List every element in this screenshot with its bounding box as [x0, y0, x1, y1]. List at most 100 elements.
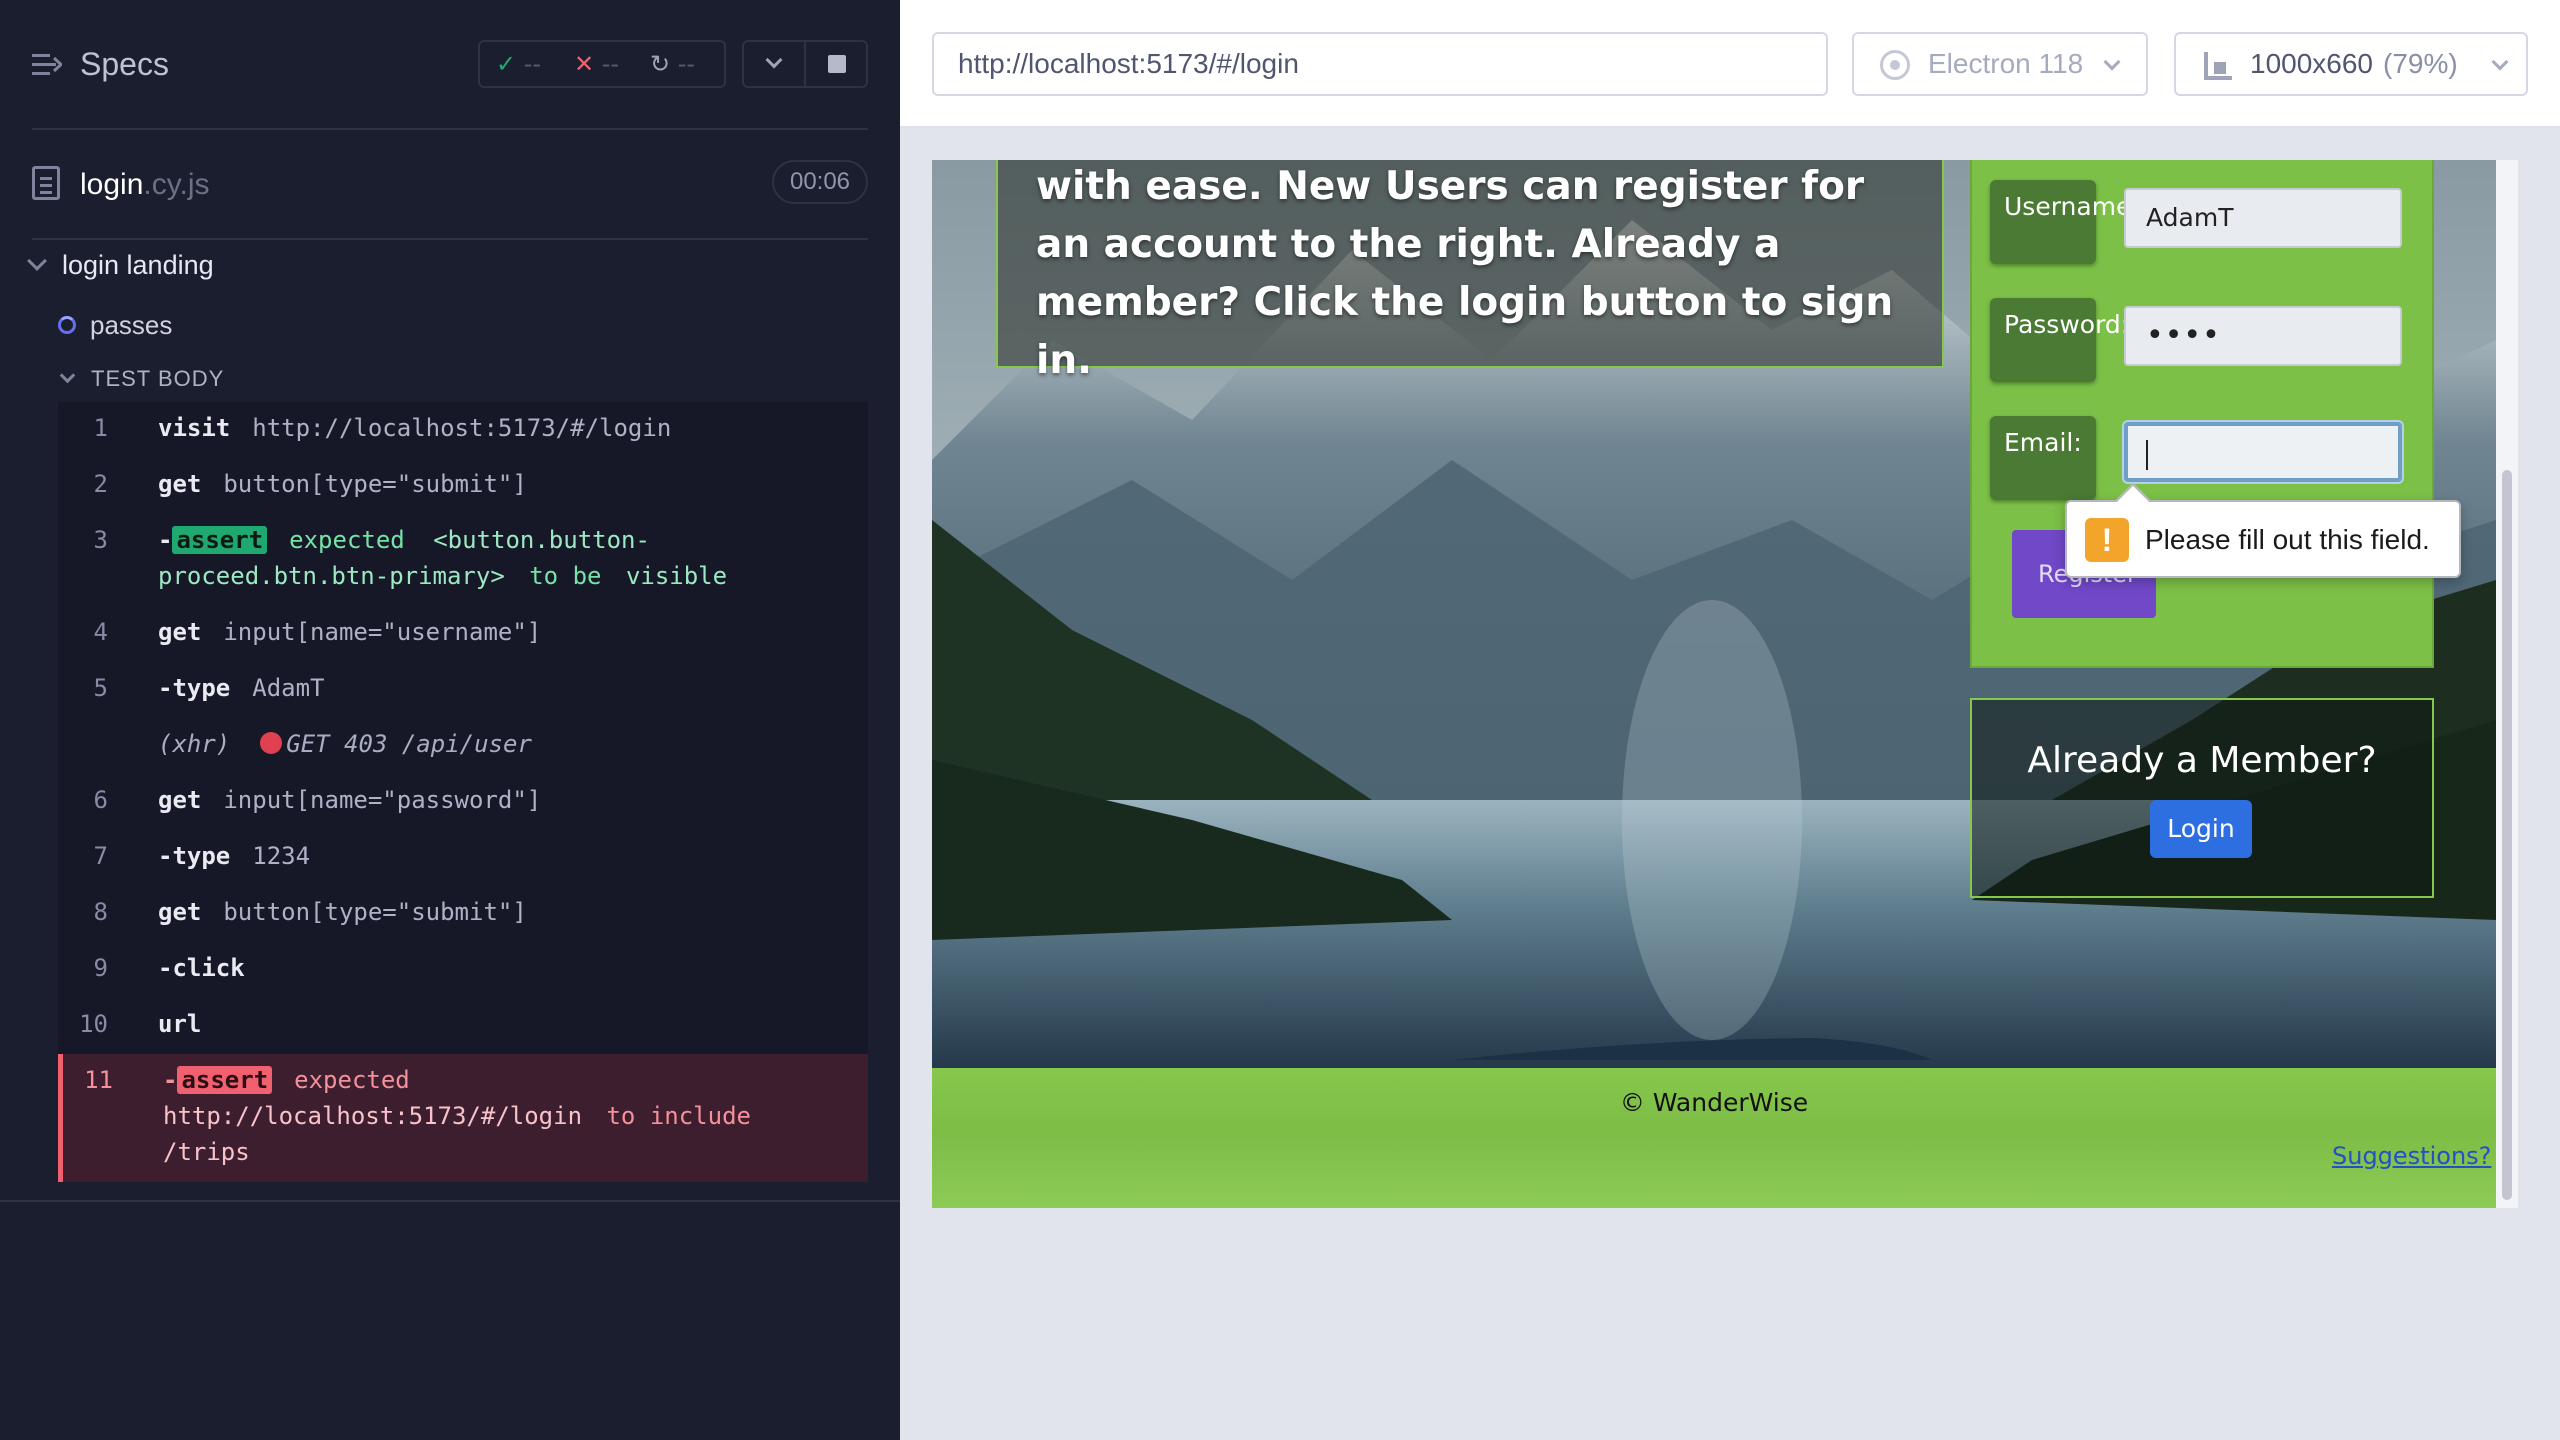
assert-subject: http://localhost:5173/#/login [163, 1102, 583, 1130]
password-label: Password: [1990, 298, 2129, 382]
log-divider [0, 1200, 900, 1202]
duration-badge: 00:06 [772, 160, 868, 204]
command-name: visit [158, 414, 231, 442]
chevron-down-icon [59, 367, 76, 384]
command-arg: http://localhost:5173/#/login [252, 414, 672, 442]
viewport-icon [2204, 52, 2232, 80]
test-body-label: TEST BODY [91, 366, 225, 391]
failed-stat: ✕ -- [574, 50, 619, 78]
reporter-panel: Specs ✓ -- ✕ -- ↻ -- login.cy.js 00:06 l… [0, 0, 900, 1440]
command-row[interactable]: 1 visit http://localhost:5173/#/login [58, 402, 868, 458]
app-viewport: with ease. New Users can register for an… [932, 160, 2496, 1208]
browser-selector[interactable]: Electron 118 [1852, 32, 2148, 96]
assert-word: to include [606, 1102, 751, 1130]
spec-file-name: login.cy.js [80, 168, 210, 202]
assert-word: expected [289, 526, 405, 554]
command-number: 10 [79, 1010, 108, 1038]
xhr-row[interactable]: (xhr) GET 403 /api/user [58, 718, 868, 774]
command-name: -type [158, 674, 231, 702]
command-row[interactable]: 2 get button[type="submit"] [58, 458, 868, 514]
command-row[interactable]: 8 get button[type="submit"] [58, 886, 868, 942]
command-log: 1 visit http://localhost:5173/#/login 2 g… [58, 402, 868, 1182]
command-row-failed[interactable]: 11 - assert expected http://localhost:5173… [58, 1054, 868, 1182]
x-icon: ✕ [574, 50, 595, 78]
footer-copyright: © WanderWise [1619, 1088, 1809, 1117]
stats-box: ✓ -- ✕ -- ↻ -- [478, 40, 726, 88]
suite-label: login landing [62, 250, 214, 280]
file-icon [32, 166, 60, 200]
viewport-zoom: (79%) [2383, 48, 2458, 79]
command-row[interactable]: 5 -type AdamT [58, 662, 868, 718]
assert-pass-badge: assert [172, 526, 268, 554]
chevron-down-icon [2103, 53, 2121, 71]
command-row[interactable]: 9 -click [58, 942, 868, 998]
username-input[interactable]: AdamT [2124, 188, 2402, 248]
command-arg: 1234 [252, 842, 311, 870]
electron-icon [1880, 50, 1910, 80]
test-body-header[interactable]: TEST BODY [59, 366, 225, 392]
command-row[interactable]: 6 get input[name="password"] [58, 774, 868, 830]
suite-title[interactable]: login landing [27, 250, 214, 281]
assert-fail-badge: assert [177, 1066, 273, 1094]
command-arg: AdamT [252, 674, 325, 702]
member-panel: Already a Member? Login [1970, 698, 2434, 898]
browser-label: Electron 118 [1928, 48, 2084, 79]
command-arg: button[type="submit"] [223, 898, 527, 926]
intro-panel: with ease. New Users can register for an… [996, 160, 1944, 383]
spec-file-ext: .cy.js [143, 168, 210, 201]
command-prefix: - [158, 526, 173, 554]
command-name: -type [158, 842, 231, 870]
command-prefix: - [163, 1066, 178, 1094]
command-row[interactable]: 10 url [58, 998, 868, 1054]
member-title: Already a Member? [2027, 740, 2377, 781]
aut-scrollbar-thumb[interactable] [2502, 470, 2512, 1200]
viewport-size: 1000x660 [2250, 48, 2374, 79]
spec-file-row[interactable]: login.cy.js 00:06 [0, 150, 900, 220]
test-label: passes [90, 310, 173, 340]
chevron-down-icon [2491, 53, 2509, 71]
file-divider [32, 238, 868, 240]
command-row[interactable]: 4 get input[name="username"] [58, 606, 868, 662]
command-name: get [158, 618, 202, 646]
xhr-request: GET 403 /api/user [286, 730, 532, 758]
intro-text: with ease. New Users can register for an… [1036, 164, 1894, 383]
chevron-down-icon [765, 51, 783, 69]
viewport-selector[interactable]: 1000x660 (79%) [2174, 32, 2528, 96]
command-name: url [158, 1010, 202, 1038]
specs-title[interactable]: Specs [80, 46, 169, 83]
assert-word: expected [294, 1066, 410, 1094]
command-arg: button[type="submit"] [223, 470, 527, 498]
username-label: Username: [1990, 180, 2140, 264]
url-bar[interactable]: http://localhost:5173/#/login [932, 32, 1828, 96]
email-label: Email: [1990, 416, 2096, 500]
command-number: 8 [93, 898, 108, 926]
header-divider [32, 128, 868, 130]
error-dot-icon [260, 732, 283, 754]
spec-file-basename: login [80, 168, 144, 201]
command-name: get [158, 898, 202, 926]
email-input[interactable] [2124, 422, 2402, 482]
command-number: 4 [93, 618, 108, 646]
login-button[interactable]: Login [2150, 800, 2252, 858]
failed-count: -- [601, 50, 620, 78]
test-title[interactable]: passes [58, 310, 172, 341]
browser-toolbar: http://localhost:5173/#/login Electron 1… [900, 0, 2560, 128]
validation-tooltip: ! Please fill out this field. [2065, 500, 2461, 578]
specs-icon[interactable] [32, 52, 62, 78]
reporter-header: Specs ✓ -- ✕ -- ↻ -- [0, 0, 900, 130]
assert-word: to be [529, 562, 602, 590]
pending-stat: ↻ -- [650, 50, 695, 78]
command-row-assert[interactable]: 3 - assert expected <button.button-proceed… [58, 514, 868, 606]
suggestions-link[interactable]: Suggestions? [2332, 1142, 2491, 1170]
command-number: 3 [93, 526, 108, 554]
command-name: get [158, 470, 202, 498]
stop-button[interactable] [804, 40, 868, 88]
passed-count: -- [523, 50, 542, 78]
warning-icon: ! [2085, 518, 2129, 562]
collapse-button[interactable] [742, 40, 806, 88]
check-icon: ✓ [496, 50, 517, 78]
assert-value: /trips [163, 1138, 250, 1166]
command-number: 11 [84, 1066, 113, 1094]
command-row[interactable]: 7 -type 1234 [58, 830, 868, 886]
password-input[interactable]: •••• [2124, 306, 2402, 366]
